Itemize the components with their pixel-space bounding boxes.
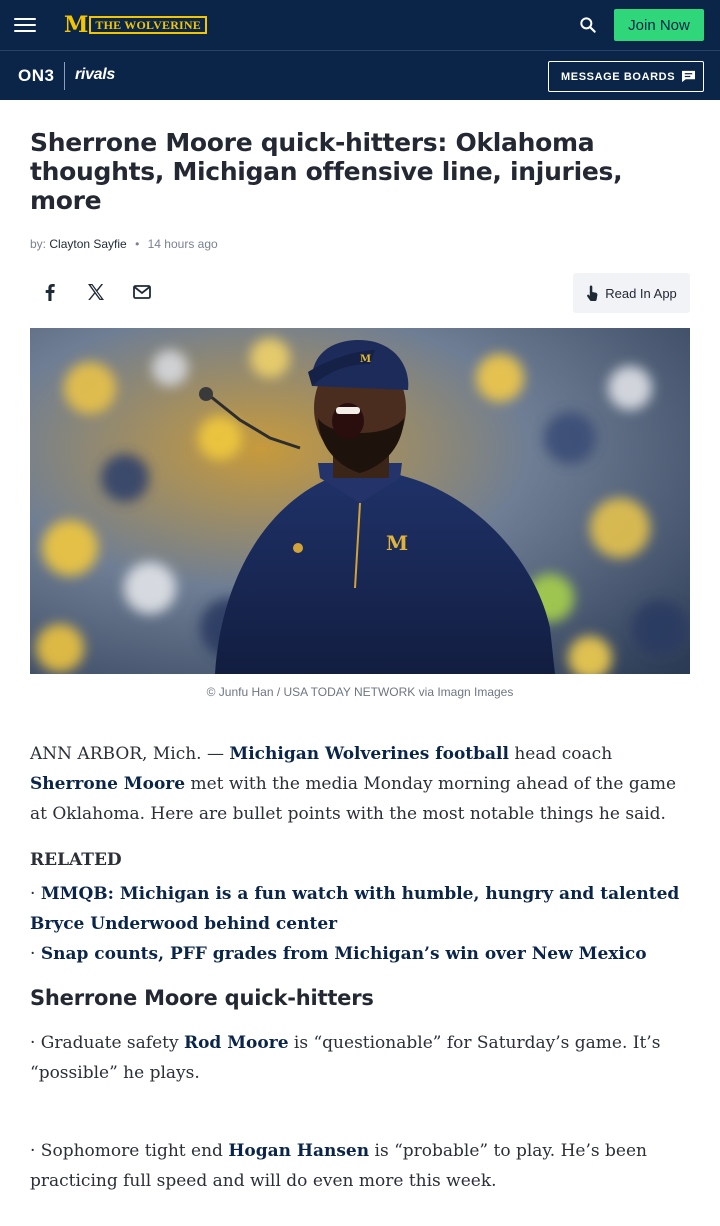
read-in-app-button[interactable]: Read In App [573,273,690,313]
rivals-logo[interactable]: rivals [75,66,115,84]
svg-text:M: M [360,354,371,365]
byline-prefix: by: [30,237,47,251]
message-boards-label: MESSAGE BOARDS [561,70,676,83]
intro-mid: head coach [508,744,613,764]
logo-text: THE WOLVERINE [89,16,207,34]
sub-nav-bar: ON3 rivals MESSAGE BOARDS [0,50,720,100]
article-headline: Sherrone Moore quick-hitters: Oklahoma t… [30,128,623,215]
intro-paragraph: ANN ARBOR, Mich. — Michigan Wolverines f… [30,739,695,829]
related-bullet: · [30,944,41,964]
message-icon [682,70,696,83]
x-icon[interactable] [84,280,108,304]
photo-caption: © Junfu Han / USA TODAY NETWORK via Imag… [206,685,514,699]
bullet-paragraph: · Graduate safety Rod Moore is “question… [30,1028,695,1088]
bullet-paragraph: · Sophomore tight end Hogan Hansen is “p… [30,1136,695,1196]
site-logo[interactable]: M THE WOLVERINE [64,14,207,36]
bullet-prefix: · Graduate safety [30,1033,184,1053]
read-in-app-label: Read In App [605,285,677,301]
message-boards-button[interactable]: MESSAGE BOARDS [548,61,704,92]
logo-divider [64,62,65,90]
michigan-football-link[interactable]: Michigan Wolverines football [229,744,509,764]
related-item: · Snap counts, PFF grades from Michigan’… [30,939,690,969]
bullet-prefix: · Sophomore tight end [30,1141,229,1161]
tap-hand-icon [587,285,598,301]
related-link-snap-counts[interactable]: Snap counts, PFF grades from Michigan’s … [41,944,647,964]
related-item: · MMQB: Michigan is a fun watch with hum… [30,879,690,939]
intro-prefix: ANN ARBOR, Mich. — [30,744,230,764]
section-subhead: Sherrone Moore quick-hitters [30,986,374,1010]
facebook-icon[interactable] [38,280,62,304]
rod-moore-link[interactable]: Rod Moore [184,1033,289,1053]
on3-logo[interactable]: ON3 [18,66,54,86]
search-icon[interactable] [578,15,598,35]
logo-letter: M [64,12,88,38]
publish-time: 14 hours ago [147,237,218,251]
byline: by: Clayton Sayfie • 14 hours ago [30,237,218,251]
author-link[interactable]: Clayton Sayfie [49,237,126,251]
top-nav-bar: M THE WOLVERINE Join Now [0,0,720,50]
hogan-hansen-link[interactable]: Hogan Hansen [228,1141,369,1161]
hero-photo[interactable]: M M [30,328,690,674]
related-link-mmqb[interactable]: MMQB: Michigan is a fun watch with humbl… [30,884,679,934]
byline-separator: • [135,237,140,251]
email-icon[interactable] [130,280,154,304]
svg-text:M: M [386,531,408,555]
hamburger-menu-icon[interactable] [14,14,38,36]
related-heading: RELATED [30,850,122,870]
join-now-button[interactable]: Join Now [614,9,704,41]
related-bullet: · [30,884,41,904]
sherrone-moore-link[interactable]: Sherrone Moore [30,774,185,794]
